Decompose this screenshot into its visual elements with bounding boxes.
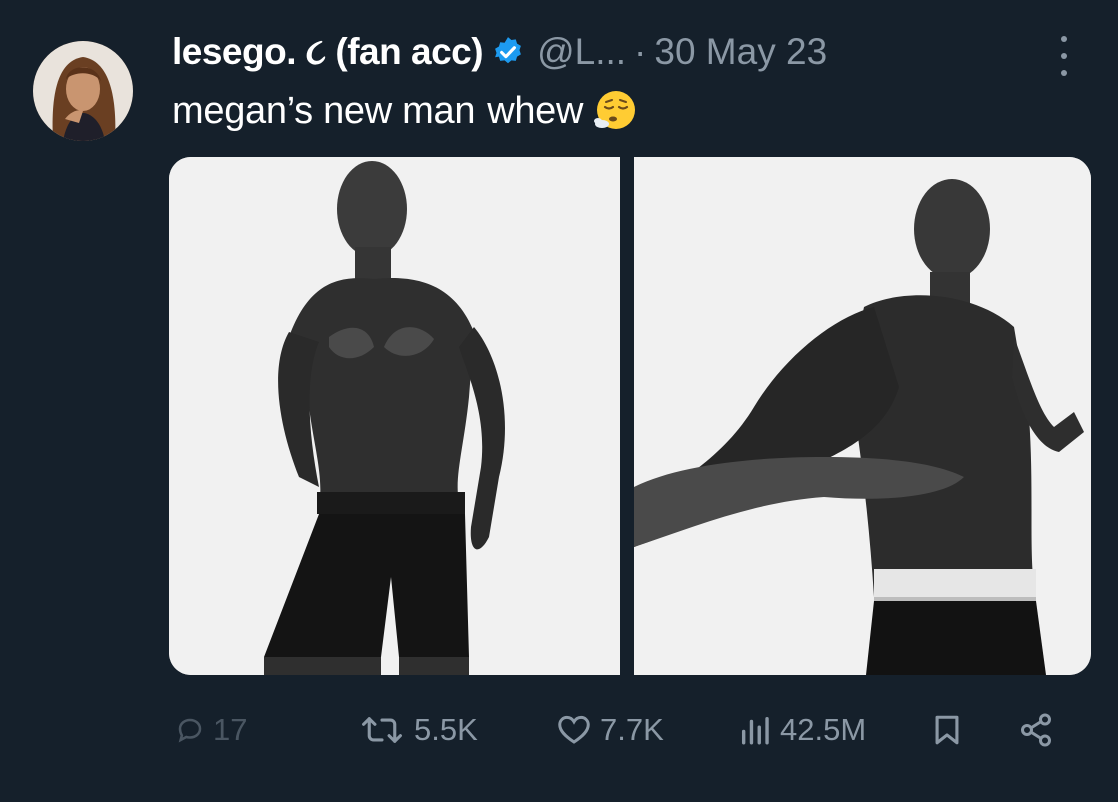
tweet-header: lesego. ૮ (fan acc) @L... · 30 May 23 — [172, 27, 827, 77]
views-button[interactable]: 42.5M — [738, 700, 866, 760]
tweet-media[interactable] — [169, 157, 1091, 675]
views-count: 42.5M — [780, 712, 867, 747]
bookmark-button[interactable] — [930, 700, 964, 760]
tweet-text-suffix: whew — [487, 89, 584, 132]
face-exhaling-emoji-icon — [593, 88, 639, 134]
media-photo-2[interactable] — [634, 157, 1091, 675]
verified-badge-icon — [491, 35, 525, 69]
repost-icon — [358, 713, 406, 747]
tweet-text: megan’s new man whew — [172, 88, 639, 134]
separator-dot: · — [634, 31, 647, 72]
display-name[interactable]: lesego. ૮ (fan acc) — [172, 31, 484, 74]
repost-button[interactable]: 5.5K — [358, 700, 478, 760]
reply-button[interactable]: 17 — [175, 700, 247, 760]
reply-icon — [175, 715, 205, 745]
handle[interactable]: @L... — [537, 31, 626, 73]
repost-count: 5.5K — [414, 712, 478, 747]
media-photo-1[interactable] — [169, 157, 620, 675]
action-bar: 17 5.5K 7.7K 42.5M — [0, 700, 1118, 760]
tweet-text-main: megan’s new man — [172, 89, 476, 132]
views-chart-icon — [738, 713, 772, 747]
avatar[interactable] — [33, 41, 133, 141]
like-button[interactable]: 7.7K — [556, 700, 664, 760]
share-icon — [1018, 712, 1054, 748]
tweet[interactable]: lesego. ૮ (fan acc) @L... · 30 May 23 me… — [0, 0, 1118, 802]
more-options-icon[interactable] — [1052, 36, 1076, 76]
share-button[interactable] — [1018, 700, 1054, 760]
timestamp[interactable]: 30 May 23 — [654, 31, 827, 73]
heart-icon — [556, 712, 592, 748]
bookmark-icon — [930, 712, 964, 748]
reply-count: 17 — [213, 712, 248, 747]
like-count: 7.7K — [600, 712, 664, 747]
